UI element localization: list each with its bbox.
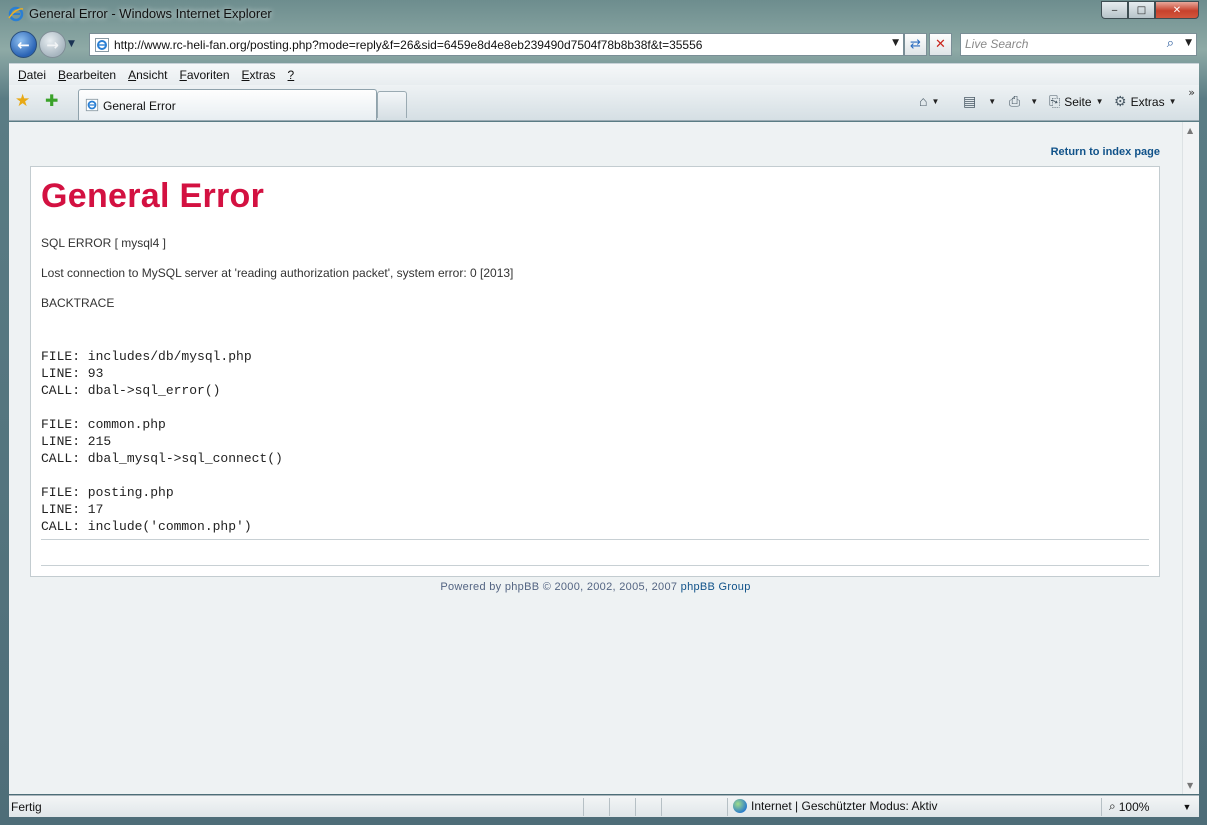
gear-icon: ⚙ — [1114, 93, 1127, 109]
favorites-star-icon[interactable]: ★ — [15, 91, 30, 111]
error-message: Lost connection to MySQL server at 'read… — [41, 266, 514, 280]
trace-call: CALL: include('common.php') — [41, 519, 252, 534]
trace-line: LINE: 93 — [41, 366, 104, 381]
menu-favoriten[interactable]: Favoriten — [174, 68, 234, 82]
home-icon: ⌂ — [919, 93, 928, 109]
tab-label: General Error — [103, 99, 176, 113]
menu-bearbeiten[interactable]: Bearbeiten — [53, 68, 121, 82]
security-zone[interactable]: Internet | Geschützter Modus: Aktiv — [733, 799, 938, 813]
home-button[interactable]: ⌂ ▼ — [919, 93, 939, 109]
navigation-bar: ← → ▼ http://www.rc-heli-fan.org/posting… — [0, 30, 1207, 62]
footer: Powered by phpBB © 2000, 2002, 2005, 200… — [9, 581, 1182, 593]
backtrace-label: BACKTRACE — [41, 296, 115, 310]
close-button[interactable]: ✕ — [1155, 1, 1199, 19]
trace-line: LINE: 215 — [41, 434, 112, 449]
trace-call: CALL: dbal->sql_error() — [41, 383, 221, 398]
menu-datei[interactable]: Datei — [13, 68, 51, 82]
rss-feed-icon: ▤ — [963, 93, 977, 109]
recent-pages-dropdown[interactable]: ▼ — [68, 39, 75, 49]
globe-icon — [733, 799, 747, 813]
search-input[interactable] — [965, 37, 1155, 51]
refresh-button[interactable]: ⇄ — [904, 33, 927, 56]
add-favorite-icon[interactable]: ✚ — [45, 91, 58, 110]
maximize-button[interactable]: □ — [1128, 1, 1155, 19]
more-commands-icon[interactable]: » — [1188, 86, 1195, 99]
page-viewport: Return to index page General Error SQL E… — [9, 122, 1182, 794]
search-box: ⌕ ▼ — [960, 33, 1197, 56]
search-options-dropdown-icon[interactable]: ▼ — [1185, 38, 1192, 48]
new-tab-button[interactable] — [377, 91, 407, 118]
stop-button[interactable]: ✕ — [929, 33, 952, 56]
ie-logo-icon — [8, 6, 24, 22]
search-icon[interactable]: ⌕ — [1167, 36, 1174, 51]
menu-bar: Datei Bearbeiten Ansicht Favoriten Extra… — [9, 63, 1199, 85]
chevron-down-icon: ▼ — [988, 97, 997, 106]
minimize-button[interactable]: ‒ — [1101, 1, 1128, 19]
back-arrow-icon: ← — [17, 35, 30, 54]
menu-ansicht[interactable]: Ansicht — [123, 68, 172, 82]
forward-arrow-icon: → — [46, 35, 59, 54]
magnifier-icon: ⌕ — [1109, 799, 1116, 813]
page-icon: ⎘ — [1049, 93, 1061, 109]
return-to-index-link[interactable]: Return to index page — [1051, 146, 1160, 158]
zoom-level: 100% — [1118, 799, 1150, 814]
trace-call: CALL: dbal_mysql->sql_connect() — [41, 451, 283, 466]
sql-error-label: SQL ERROR [ mysql4 ] — [41, 236, 166, 250]
window-controls: ‒ □ ✕ — [1101, 1, 1199, 20]
trace-file: FILE: includes/db/mysql.php — [41, 349, 252, 364]
trace-line: LINE: 17 — [41, 502, 104, 517]
status-bar: Fertig Internet | Geschützter Modus: Akt… — [9, 795, 1199, 817]
chevron-down-icon: ▼ — [1182, 801, 1192, 812]
backtrace-block: FILE: includes/db/mysql.php LINE: 93 CALL:… — [41, 348, 283, 535]
feeds-button[interactable]: ▤ ▼ — [963, 93, 996, 110]
printer-icon: ⎙ — [1009, 93, 1021, 109]
title-bar: General Error - Windows Internet Explore… — [0, 0, 1207, 30]
zoom-control[interactable]: ⌕ 100% ▼ — [1109, 799, 1191, 814]
scroll-down-icon[interactable]: ▼ — [1187, 781, 1193, 790]
tab-general-error[interactable]: General Error — [78, 89, 377, 120]
chevron-down-icon: ▼ — [1030, 97, 1039, 106]
chevron-down-icon: ▼ — [931, 96, 940, 106]
trace-file: FILE: posting.php — [41, 485, 174, 500]
browser-window: General Error - Windows Internet Explore… — [0, 0, 1207, 825]
error-panel: General Error SQL ERROR [ mysql4 ] Lost … — [30, 166, 1160, 577]
scroll-up-icon[interactable]: ▲ — [1187, 126, 1193, 135]
footer-copyright: Powered by phpBB © 2000, 2002, 2005, 200… — [440, 581, 678, 593]
address-dropdown-icon[interactable]: ▼ — [892, 38, 899, 48]
tab-bar: ★ ✚ General Error ⌂ ▼ ▤ ▼ ⎙ ▼ ⎘ Seite ▼ ⚙ Extr… — [9, 85, 1199, 121]
address-bar[interactable]: http://www.rc-heli-fan.org/posting.php?m… — [89, 33, 904, 56]
menu-extras[interactable]: Extras — [237, 68, 281, 82]
trace-file: FILE: common.php — [41, 417, 166, 432]
vertical-scrollbar[interactable]: ▲ ▼ — [1182, 122, 1199, 794]
page-title: General Error — [41, 177, 265, 215]
page-menu-button[interactable]: ⎘ Seite ▼ — [1049, 93, 1103, 110]
status-text: Fertig — [11, 800, 42, 814]
back-button[interactable]: ← — [10, 31, 37, 58]
url-text: http://www.rc-heli-fan.org/posting.php?m… — [114, 38, 703, 52]
tools-menu-button[interactable]: ⚙ Extras ▼ — [1114, 93, 1177, 110]
zone-text: Internet | Geschützter Modus: Aktiv — [751, 799, 938, 813]
refresh-icon: ⇄ — [910, 37, 921, 52]
phpbb-group-link[interactable]: phpBB Group — [681, 581, 751, 593]
stop-icon: ✕ — [935, 37, 946, 52]
print-button[interactable]: ⎙ ▼ — [1009, 93, 1038, 110]
chevron-down-icon: ▼ — [1095, 97, 1104, 106]
divider — [41, 539, 1149, 540]
ie-page-icon — [95, 38, 109, 52]
ie-page-icon — [85, 98, 99, 112]
divider — [41, 565, 1149, 566]
chevron-down-icon: ▼ — [1168, 97, 1177, 106]
window-title: General Error - Windows Internet Explore… — [29, 6, 272, 21]
forward-button[interactable]: → — [39, 31, 66, 58]
menu-help[interactable]: ? — [283, 68, 300, 82]
